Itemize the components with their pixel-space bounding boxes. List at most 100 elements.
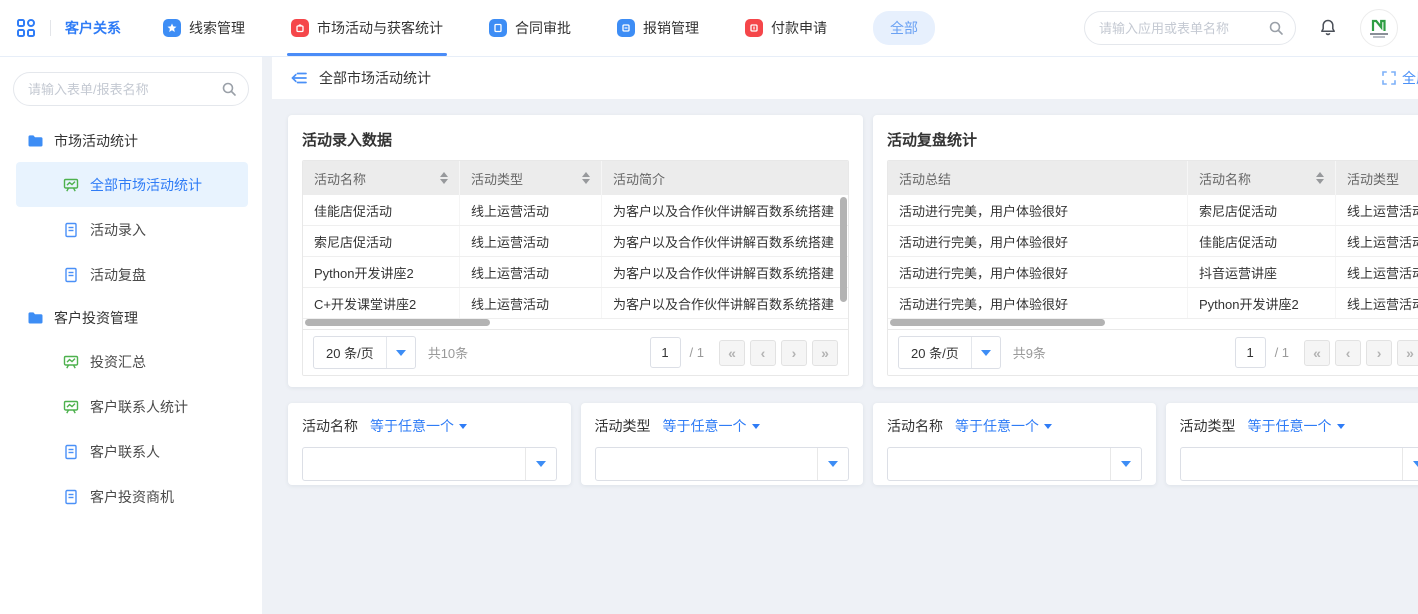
avatar[interactable]: [1360, 9, 1398, 47]
table-row[interactable]: Python开发讲座2 线上运营活动 为客户以及合作伙伴讲解百数系统搭建: [303, 257, 848, 288]
pagination-right: 1 / 1 « ‹ › »: [1235, 337, 1418, 368]
filter-value-select[interactable]: [302, 447, 557, 481]
filter-activity-name-2: 活动名称 等于任意一个: [873, 403, 1156, 485]
filter-operator-dropdown[interactable]: 等于任意一个: [1248, 416, 1345, 436]
group-label: 客户投资管理: [54, 308, 138, 328]
filter-activity-type-2: 活动类型 等于任意一个: [1166, 403, 1418, 485]
search-icon[interactable]: [1268, 20, 1284, 41]
filter-operator-label: 等于任意一个: [370, 416, 454, 436]
prev-page-button[interactable]: ‹: [750, 340, 776, 366]
sidebar-item-activity-review[interactable]: 活动复盘: [16, 252, 248, 297]
column-header: 活动名称: [303, 161, 460, 195]
cell: 线上运营活动: [460, 288, 602, 318]
prev-page-button[interactable]: ‹: [1335, 340, 1361, 366]
table-row[interactable]: 活动进行完美，用户体验很好 索尼店促活动 线上运营活动: [888, 195, 1418, 226]
form-doc-icon: [63, 222, 79, 238]
search-icon[interactable]: [221, 81, 237, 102]
cell: 线上运营活动: [1336, 195, 1418, 225]
sort-icon[interactable]: [582, 172, 590, 184]
page-size-value: 20 条/页: [899, 343, 971, 362]
table-row[interactable]: 活动进行完美，用户体验很好 抖音运营讲座 线上运营活动: [888, 257, 1418, 288]
tab-lead-management[interactable]: 线索管理: [163, 0, 245, 56]
notification-bell-icon[interactable]: [1318, 18, 1338, 38]
cell: 索尼店促活动: [1188, 195, 1336, 225]
filter-operator-dropdown[interactable]: 等于任意一个: [955, 416, 1052, 436]
table-row[interactable]: C+开发课堂讲座2 线上运营活动 为客户以及合作伙伴讲解百数系统搭建: [303, 288, 848, 319]
tab-contract-approval[interactable]: 合同审批: [489, 0, 571, 56]
page-title: 全部市场活动统计: [319, 68, 431, 88]
sidebar-item-contact-stats[interactable]: 客户联系人统计: [16, 384, 248, 429]
next-page-button[interactable]: ›: [1366, 340, 1392, 366]
pagination-left: 20 条/页 共10条: [313, 336, 468, 369]
tab-marketing-stats[interactable]: 市场活动与获客统计: [291, 0, 443, 56]
filter-activity-name-1: 活动名称 等于任意一个: [288, 403, 571, 485]
collapse-sidebar-icon[interactable]: [290, 69, 308, 87]
tab-all[interactable]: 全部: [873, 11, 935, 45]
total-pages: / 1: [690, 345, 704, 360]
cell: Python开发讲座2: [1188, 288, 1336, 318]
first-page-button[interactable]: «: [1304, 340, 1330, 366]
vertical-scrollbar[interactable]: [840, 197, 847, 302]
folder-icon: [27, 310, 43, 326]
fullscreen-icon: [1382, 71, 1396, 85]
form-doc-icon: [63, 489, 79, 505]
contract-app-icon: [489, 19, 507, 37]
filter-field-label: 活动名称: [887, 416, 943, 436]
sidebar-search-input[interactable]: [13, 72, 249, 106]
nav-home-app[interactable]: 客户关系: [65, 18, 121, 38]
chart-report-icon: [63, 354, 79, 370]
sort-icon[interactable]: [440, 172, 448, 184]
filter-operator-dropdown[interactable]: 等于任意一个: [663, 416, 760, 436]
filter-value-select[interactable]: [1180, 447, 1418, 481]
sidebar-item-all-marketing-stats[interactable]: 全部市场活动统计: [16, 162, 248, 207]
fullscreen-button[interactable]: 全屏: [1382, 68, 1418, 88]
last-page-button[interactable]: »: [812, 340, 838, 366]
cell: 线上运营活动: [460, 195, 602, 225]
app-search-input[interactable]: [1084, 11, 1296, 45]
horizontal-scrollbar[interactable]: [305, 319, 490, 326]
filter-value-select[interactable]: [887, 447, 1142, 481]
item-label: 活动录入: [90, 220, 146, 240]
page-size-select[interactable]: 20 条/页: [313, 336, 416, 369]
item-label: 客户联系人统计: [90, 397, 188, 417]
page-number-input[interactable]: 1: [650, 337, 681, 368]
chart-report-icon: [63, 177, 79, 193]
avatar-text-line: [1373, 36, 1385, 38]
last-page-button[interactable]: »: [1397, 340, 1418, 366]
caret-down-icon: [752, 424, 760, 429]
page-size-value: 20 条/页: [314, 343, 386, 362]
pagination-left: 20 条/页 共9条: [898, 336, 1046, 369]
apps-grid-icon[interactable]: [16, 18, 36, 38]
horizontal-scrollbar[interactable]: [890, 319, 1105, 326]
column-label: 活动名称: [314, 169, 366, 188]
sidebar-item-activity-entry[interactable]: 活动录入: [16, 207, 248, 252]
sidebar-item-investment-opportunities[interactable]: 客户投资商机: [16, 474, 248, 519]
sidebar-item-contacts[interactable]: 客户联系人: [16, 429, 248, 474]
caret-down-icon: [459, 424, 467, 429]
page-size-select[interactable]: 20 条/页: [898, 336, 1001, 369]
sidebar-item-investment-summary[interactable]: 投资汇总: [16, 339, 248, 384]
item-label: 投资汇总: [90, 352, 146, 372]
item-label: 全部市场活动统计: [90, 175, 202, 195]
table-row[interactable]: 佳能店促活动 线上运营活动 为客户以及合作伙伴讲解百数系统搭建: [303, 195, 848, 226]
card-activity-entry-data: 活动录入数据 活动名称 活动类型 活动: [288, 115, 863, 387]
sidebar-group-marketing-stats[interactable]: 市场活动统计: [0, 120, 262, 162]
sidebar-group-customer-investment[interactable]: 客户投资管理: [0, 297, 262, 339]
filter-operator-label: 等于任意一个: [955, 416, 1039, 436]
table-row[interactable]: 索尼店促活动 线上运营活动 为客户以及合作伙伴讲解百数系统搭建: [303, 226, 848, 257]
table-row[interactable]: 活动进行完美，用户体验很好 佳能店促活动 线上运营活动: [888, 226, 1418, 257]
caret-down-icon: [1044, 424, 1052, 429]
table-row[interactable]: 活动进行完美，用户体验很好 Python开发讲座2 线上运营活动: [888, 288, 1418, 319]
filter-operator-dropdown[interactable]: 等于任意一个: [370, 416, 467, 436]
sort-icon[interactable]: [1316, 172, 1324, 184]
activity-entry-table: 活动名称 活动类型 活动简介 佳能店促: [302, 160, 849, 376]
tab-expense-management[interactable]: 报销管理: [617, 0, 699, 56]
tab-payment-request[interactable]: 付款申请: [745, 0, 827, 56]
filters-row: 活动名称 等于任意一个 活动类型 等于任意一个: [288, 403, 1418, 485]
filter-value-select[interactable]: [595, 447, 850, 481]
next-page-button[interactable]: ›: [781, 340, 807, 366]
topbar-left: 客户关系: [16, 18, 121, 38]
page-number-input[interactable]: 1: [1235, 337, 1266, 368]
first-page-button[interactable]: «: [719, 340, 745, 366]
sidebar-search: [13, 72, 249, 106]
